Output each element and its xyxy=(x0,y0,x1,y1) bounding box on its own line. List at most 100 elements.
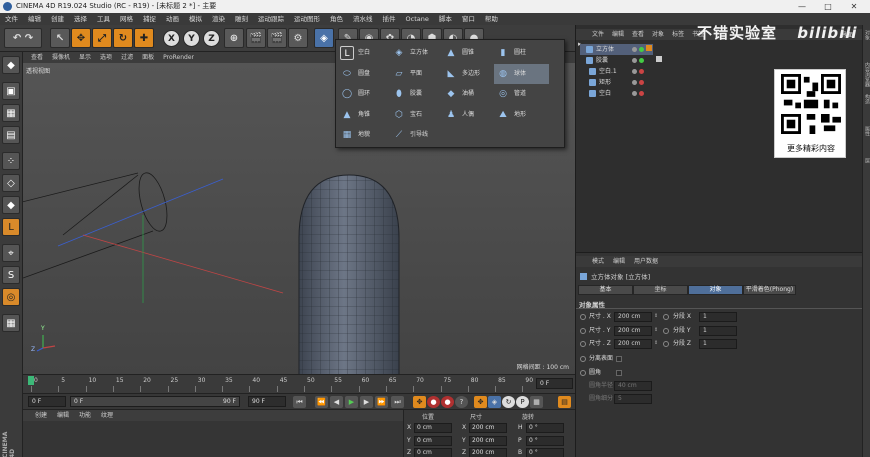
scale-key-icon[interactable]: ◈ xyxy=(488,396,501,408)
render-dot-icon[interactable] xyxy=(639,58,644,63)
primitive-item[interactable]: ▮ 圆柱 xyxy=(494,43,549,63)
primitive-item[interactable]: ▲ 圆锥 xyxy=(442,43,497,63)
menu-item[interactable]: 渲染 xyxy=(207,13,230,25)
menu-item[interactable]: 脚本 xyxy=(434,13,457,25)
workplane-mode-icon[interactable]: ▤ xyxy=(2,126,20,144)
record-icon[interactable]: ● xyxy=(427,396,440,408)
polygons-mode-icon[interactable]: ◆ xyxy=(2,196,20,214)
cube-primitive-icon[interactable]: ◈ xyxy=(314,28,334,48)
menu-item[interactable]: 运动图形 xyxy=(289,13,325,25)
primitive-item[interactable]: ◍ 球体 xyxy=(494,63,549,84)
goto-end-icon[interactable]: ⏭ xyxy=(391,396,404,408)
solo-icon[interactable]: ◎ xyxy=(2,288,20,306)
menu-item[interactable]: 窗口 xyxy=(457,13,480,25)
primitive-item[interactable]: ▲ 角锥 xyxy=(338,105,393,125)
coordinate-system-icon[interactable]: ⊕ xyxy=(224,28,244,48)
viewport-menu-item[interactable]: 查看 xyxy=(31,54,43,61)
menu-item[interactable]: 创建 xyxy=(46,13,69,25)
menu-item[interactable]: Octane xyxy=(401,13,434,25)
goto-start-icon[interactable]: ⏮ xyxy=(293,396,306,408)
size-input[interactable]: 200 cm xyxy=(614,339,652,349)
menu-item[interactable]: 运动跟踪 xyxy=(253,13,289,25)
undo-button[interactable]: ↶ ↷ xyxy=(4,28,42,48)
menu-item[interactable]: 雕刻 xyxy=(230,13,253,25)
fillet-radius-input[interactable]: 40 cm xyxy=(614,381,652,391)
x-axis-lock[interactable]: X xyxy=(163,30,180,47)
object-menu-item[interactable]: 查看 xyxy=(632,31,644,38)
checkbox-icon[interactable] xyxy=(616,370,622,376)
primitive-item[interactable]: ⛰ 地形 xyxy=(494,105,549,125)
render-dot-icon[interactable] xyxy=(639,69,644,74)
minimize-button[interactable]: — xyxy=(790,0,814,13)
texture-mode-icon[interactable]: ▦ xyxy=(2,104,20,122)
object-menu-item[interactable]: 编辑 xyxy=(612,31,624,38)
primitive-item[interactable]: ⬡ 宝石 xyxy=(390,105,445,125)
object-menu-item[interactable]: 文件 xyxy=(592,31,604,38)
object-menu-item[interactable]: 对象 xyxy=(652,31,664,38)
play-icon[interactable]: ▶ xyxy=(345,396,358,408)
primitive-item[interactable]: ▦ 地貌 xyxy=(338,125,393,145)
render-view-icon[interactable]: 🎬 xyxy=(246,28,266,48)
render-settings-icon[interactable]: ⚙ xyxy=(288,28,308,48)
viewport-menu-item[interactable]: ProRender xyxy=(163,54,194,61)
snap-icon[interactable]: S xyxy=(2,266,20,284)
material-menu-item[interactable]: 纹理 xyxy=(101,412,113,419)
grid-icon[interactable]: ▦ xyxy=(2,314,20,332)
material-menu-item[interactable]: 功能 xyxy=(79,412,91,419)
last-tool-icon[interactable]: ✚ xyxy=(134,28,154,48)
primitive-item[interactable]: ▱ 平面 xyxy=(390,64,445,84)
radio-icon[interactable] xyxy=(580,356,586,362)
scale-tool-icon[interactable]: ⤢ xyxy=(92,28,112,48)
next-key-icon[interactable]: ⏩ xyxy=(375,396,388,408)
menu-item[interactable]: 捕捉 xyxy=(138,13,161,25)
rotation-input[interactable]: 0 ° xyxy=(526,435,564,446)
rotate-tool-icon[interactable]: ↻ xyxy=(113,28,133,48)
points-mode-icon[interactable]: ⁘ xyxy=(2,152,20,170)
radio-icon[interactable] xyxy=(580,314,586,320)
size-stepper-icon[interactable]: ⇕ xyxy=(654,340,658,346)
menu-item[interactable]: 选择 xyxy=(69,13,92,25)
size-stepper-icon[interactable]: ⇕ xyxy=(654,327,658,333)
menu-item[interactable]: 工具 xyxy=(92,13,115,25)
tweak-mode-icon[interactable]: ⌖ xyxy=(2,244,20,262)
radio-icon[interactable] xyxy=(580,327,586,334)
side-tab[interactable]: 对象 xyxy=(863,30,870,40)
position-input[interactable]: 0 cm xyxy=(414,423,452,433)
rotation-input[interactable]: 0 ° xyxy=(526,423,564,433)
side-tab[interactable]: 层 xyxy=(863,158,870,163)
attribute-tab[interactable]: 坐标 xyxy=(633,285,688,295)
attribute-tab[interactable]: 平滑着色(Phong) xyxy=(743,285,796,295)
side-tab[interactable]: 属性 xyxy=(863,126,870,136)
render-dot-icon[interactable] xyxy=(639,80,644,85)
model-mode-icon[interactable]: ▣ xyxy=(2,82,20,100)
viewport-menu-item[interactable]: 显示 xyxy=(79,54,91,61)
menu-item[interactable]: 插件 xyxy=(378,13,401,25)
autokey-icon[interactable]: ● xyxy=(441,396,454,408)
start-frame-field[interactable]: 0 F xyxy=(28,396,66,407)
fillet-subdiv-input[interactable]: 5 xyxy=(614,394,652,404)
live-select-icon[interactable]: ↖ xyxy=(50,28,70,48)
menu-item[interactable]: 帮助 xyxy=(480,13,503,25)
primitive-item[interactable]: ◎ 管道 xyxy=(494,84,549,104)
current-frame-field[interactable]: 0 F xyxy=(536,378,573,389)
segment-input[interactable]: 1 xyxy=(699,339,737,349)
primitive-item[interactable]: ⟋ 引导线 xyxy=(390,125,445,145)
viewport-menu-item[interactable]: 摄像机 xyxy=(52,54,70,61)
prev-frame-icon[interactable]: ◀ xyxy=(330,396,343,408)
radio-icon[interactable] xyxy=(663,341,669,347)
visibility-dot-icon[interactable] xyxy=(632,80,637,85)
end-frame-field[interactable]: 90 F xyxy=(248,396,286,407)
material-menu-item[interactable]: 创建 xyxy=(35,412,47,419)
menu-item[interactable]: 流水线 xyxy=(348,13,378,25)
menu-item[interactable]: 角色 xyxy=(325,13,348,25)
maximize-button[interactable]: □ xyxy=(816,0,840,13)
move-key-icon[interactable]: ✥ xyxy=(413,396,426,408)
rotation-key-icon[interactable]: ↻ xyxy=(502,396,515,408)
timeline[interactable]: 0 F 0 5 10 15 20 25 30 35 40 45 50 55 60 65 70 75 80 85 90 xyxy=(23,374,575,393)
attribute-menu-item[interactable]: 编辑 xyxy=(613,258,625,265)
radio-icon[interactable] xyxy=(580,341,586,347)
keyframe-selection-icon[interactable]: ? xyxy=(455,396,468,408)
visibility-dot-icon[interactable] xyxy=(632,58,637,63)
size-input[interactable]: 200 cm xyxy=(469,448,507,457)
z-axis-lock[interactable]: Z xyxy=(203,30,220,47)
